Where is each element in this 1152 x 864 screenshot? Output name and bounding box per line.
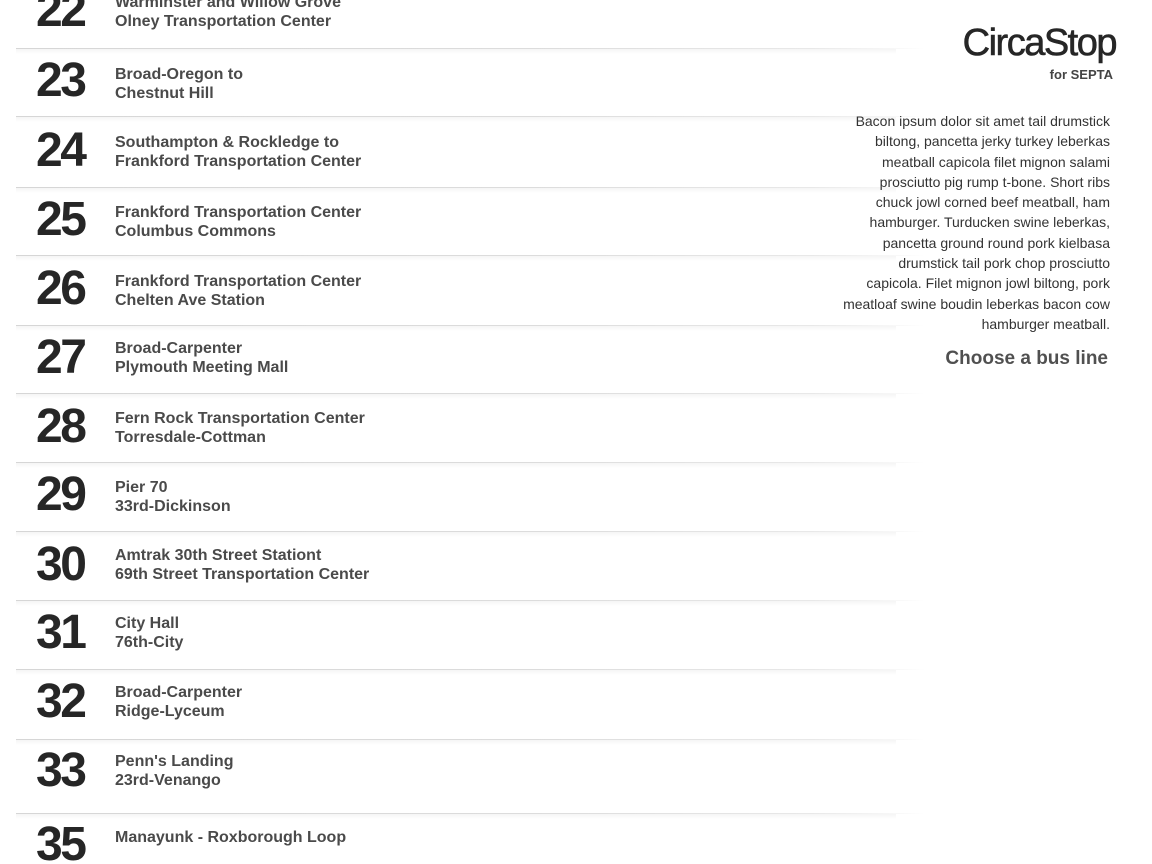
- route-number: 22: [36, 0, 87, 37]
- route-destination: Torresdale-Cottman: [115, 429, 266, 446]
- route-origin: Manayunk - Roxborough Loop: [115, 829, 347, 846]
- route-destination: 23rd-Venango: [115, 772, 221, 789]
- route-endpoints: Manayunk - Roxborough Loop: [115, 828, 346, 847]
- route-endpoints: Frankford Transportation Center Columbus …: [115, 203, 361, 241]
- route-origin: Frankford Transportation Center: [115, 273, 362, 290]
- route-number: 30: [36, 538, 87, 591]
- route-destination: 69th Street Transportation Center: [115, 566, 370, 583]
- route-origin: Broad-Carpenter: [115, 340, 243, 357]
- route-number: 28: [36, 400, 87, 453]
- route-endpoints: Frankford Transportation Center Chelten A…: [115, 272, 361, 310]
- route-endpoints: Broad-Carpenter Ridge-Lyceum: [115, 683, 242, 721]
- route-destination: Frankford Transportation Center: [115, 153, 362, 170]
- route-number: 31: [36, 606, 87, 659]
- route-origin: Pier 70: [115, 479, 168, 496]
- route-destination: 33rd-Dickinson: [115, 498, 231, 515]
- route-number: 29: [36, 468, 87, 521]
- route-number: 32: [36, 675, 87, 728]
- route-number: 23: [36, 54, 87, 107]
- route-endpoints: Broad-Oregon to Chestnut Hill: [115, 65, 243, 103]
- choose-bus-line-heading: Choose a bus line: [945, 348, 1108, 369]
- route-endpoints: Warminster and Willow Grove Olney Transpo…: [115, 0, 341, 31]
- route-origin: Broad-Oregon to: [115, 66, 243, 83]
- route-endpoints: Pier 70 33rd-Dickinson: [115, 478, 231, 516]
- route-endpoints: Fern Rock Transportation Center Torresdal…: [115, 409, 365, 447]
- route-origin: City Hall: [115, 615, 180, 632]
- route-number: 24: [36, 124, 87, 177]
- route-destination: Plymouth Meeting Mall: [115, 359, 289, 376]
- route-endpoints: Amtrak 30th Street Stationt 69th Street T…: [115, 546, 369, 584]
- route-origin: Amtrak 30th Street Stationt: [115, 547, 322, 564]
- route-origin: Broad-Carpenter: [115, 684, 243, 701]
- route-number: 26: [36, 262, 87, 315]
- page: 22 Warminster and Willow Grove Olney Trans…: [0, 0, 1152, 864]
- route-number: 25: [36, 193, 87, 246]
- app-subtitle: for SEPTA: [1049, 67, 1113, 82]
- route-endpoints: Broad-Carpenter Plymouth Meeting Mall: [115, 339, 288, 377]
- route-destination: Chestnut Hill: [115, 85, 214, 102]
- route-origin: Fern Rock Transportation Center: [115, 410, 365, 427]
- route-endpoints: Penn's Landing 23rd-Venango: [115, 752, 233, 790]
- route-number: 33: [36, 744, 87, 797]
- route-endpoints: City Hall 76th-City: [115, 614, 183, 652]
- route-destination: Columbus Commons: [115, 223, 276, 240]
- route-number: 27: [36, 331, 87, 384]
- app-description: Bacon ipsum dolor sit amet tail drumstic…: [843, 113, 1110, 332]
- route-destination: Olney Transportation Center: [115, 13, 332, 30]
- route-destination: 76th-City: [115, 634, 184, 651]
- route-endpoints: Southampton & Rockledge to Frankford Tran…: [115, 133, 361, 171]
- route-origin: Warminster and Willow Grove: [115, 0, 341, 11]
- route-origin: Frankford Transportation Center: [115, 204, 362, 221]
- route-number: 35: [36, 818, 87, 864]
- app-info-panel: CircaStop for SEPTA Bacon ipsum dolor si…: [830, 0, 1130, 864]
- route-origin: Penn's Landing: [115, 753, 234, 770]
- app-title: CircaStop: [962, 22, 1117, 65]
- route-origin: Southampton & Rockledge to: [115, 134, 339, 151]
- route-destination: Chelten Ave Station: [115, 292, 265, 309]
- route-destination: Ridge-Lyceum: [115, 703, 225, 720]
